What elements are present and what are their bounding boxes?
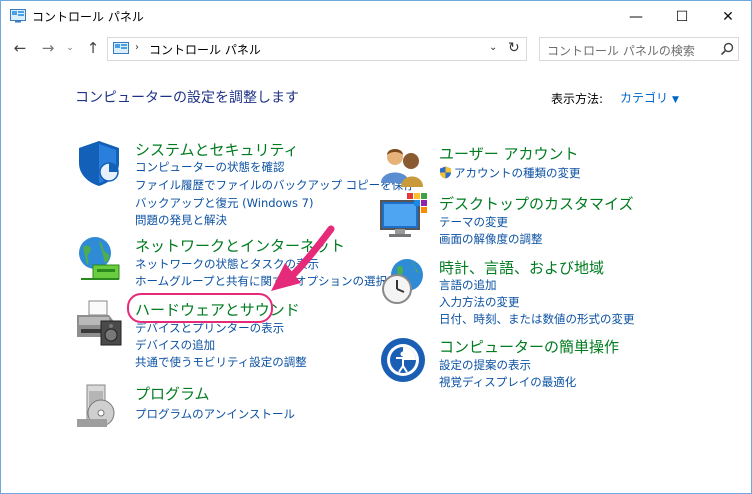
link-check-status[interactable]: コンピューターの状態を確認 bbox=[135, 159, 285, 175]
link-homegroup-sharing[interactable]: ホームグループと共有に関するオプションの選択 bbox=[135, 273, 387, 289]
link-change-input-method[interactable]: 入力方法の変更 bbox=[439, 294, 520, 310]
link-network-status[interactable]: ネットワークの状態とタスクの表示 bbox=[135, 256, 319, 272]
control-panel-icon bbox=[10, 9, 26, 23]
page-title: コンピューターの設定を調整します bbox=[75, 90, 299, 106]
address-bar[interactable]: › コントロール パネル › ⌄ ↻ bbox=[107, 37, 527, 61]
breadcrumb-separator[interactable]: › bbox=[240, 42, 244, 53]
security-shield-icon[interactable] bbox=[75, 139, 123, 187]
maximize-button[interactable]: ☐ bbox=[659, 1, 705, 32]
category-title-ease-of-access[interactable]: コンピューターの簡単操作 bbox=[439, 336, 619, 357]
up-button[interactable]: ↑ bbox=[83, 39, 103, 57]
control-panel-window: コントロール パネル — ☐ ✕ ← → ⌄ ↑ › コントロール パネル › … bbox=[0, 0, 752, 494]
title-bar: コントロール パネル — ☐ ✕ bbox=[1, 1, 751, 32]
forward-button[interactable]: → bbox=[38, 39, 58, 57]
link-suggested-settings[interactable]: 設定の提案の表示 bbox=[439, 357, 531, 373]
link-change-theme[interactable]: テーマの変更 bbox=[439, 214, 508, 230]
search-icon[interactable] bbox=[719, 41, 735, 57]
link-adjust-resolution[interactable]: 画面の解像度の調整 bbox=[439, 231, 543, 247]
category-title-desktop-customization[interactable]: デスクトップのカスタマイズ bbox=[439, 193, 634, 214]
category-title-system-security[interactable]: システムとセキュリティ bbox=[135, 139, 299, 160]
annotation-highlight-ellipse bbox=[127, 293, 273, 323]
view-by-dropdown[interactable]: カテゴリ ▼ bbox=[611, 87, 688, 109]
close-button[interactable]: ✕ bbox=[705, 1, 751, 32]
category-title-user-accounts[interactable]: ユーザー アカウント bbox=[439, 143, 578, 164]
printer-icon[interactable] bbox=[75, 299, 123, 347]
link-uninstall-program[interactable]: プログラムのアンインストール bbox=[135, 406, 295, 422]
back-button[interactable]: ← bbox=[10, 39, 30, 57]
minimize-button[interactable]: — bbox=[613, 1, 659, 32]
link-backup-restore[interactable]: バックアップと復元 (Windows 7) bbox=[135, 195, 313, 211]
view-by-value[interactable]: カテゴリ bbox=[620, 91, 668, 105]
link-add-device[interactable]: デバイスの追加 bbox=[135, 337, 215, 353]
user-accounts-icon[interactable] bbox=[379, 143, 427, 191]
chevron-down-icon[interactable]: ▼ bbox=[672, 95, 679, 105]
network-globe-icon[interactable] bbox=[75, 235, 123, 283]
link-add-language[interactable]: 言語の追加 bbox=[439, 277, 497, 293]
search-input[interactable]: コントロール パネルの検索 bbox=[547, 42, 695, 59]
category-title-clock-language-region[interactable]: 時計、言語、および地域 bbox=[439, 257, 604, 278]
link-mobility-settings[interactable]: 共通で使うモビリティ設定の調整 bbox=[135, 354, 307, 370]
link-change-date-format[interactable]: 日付、時刻、または数値の形式の変更 bbox=[439, 311, 635, 327]
desktop-monitor-icon[interactable] bbox=[379, 193, 427, 241]
category-title-network-internet[interactable]: ネットワークとインターネット bbox=[135, 235, 345, 256]
ease-of-access-icon[interactable] bbox=[379, 336, 427, 384]
control-panel-icon bbox=[113, 42, 129, 54]
breadcrumb-separator[interactable]: › bbox=[135, 42, 139, 53]
uac-shield-icon bbox=[440, 166, 451, 179]
view-by-label: 表示方法: bbox=[551, 92, 604, 106]
link-change-account-type-label[interactable]: アカウントの種類の変更 bbox=[454, 166, 581, 180]
clock-globe-icon[interactable] bbox=[379, 257, 427, 305]
link-file-history-backup[interactable]: ファイル履歴でファイルのバックアップ コピーを保存 bbox=[135, 177, 415, 193]
recent-locations-button[interactable]: ⌄ bbox=[63, 39, 77, 57]
window-title: コントロール パネル bbox=[32, 10, 144, 24]
search-box[interactable]: コントロール パネルの検索 bbox=[539, 37, 739, 61]
link-optimize-display[interactable]: 視覚ディスプレイの最適化 bbox=[439, 374, 576, 390]
address-dropdown-button[interactable]: ⌄ bbox=[489, 42, 497, 53]
category-title-programs[interactable]: プログラム bbox=[135, 383, 210, 404]
link-change-account-type[interactable]: アカウントの種類の変更 bbox=[439, 165, 581, 181]
programs-icon[interactable] bbox=[75, 383, 123, 431]
breadcrumb-control-panel[interactable]: コントロール パネル bbox=[149, 41, 261, 58]
link-find-fix-problems[interactable]: 問題の発見と解決 bbox=[135, 212, 227, 228]
refresh-button[interactable]: ↻ bbox=[508, 40, 520, 56]
navigation-bar: ← → ⌄ ↑ › コントロール パネル › ⌄ ↻ コントロール パネルの検索 bbox=[1, 32, 751, 65]
